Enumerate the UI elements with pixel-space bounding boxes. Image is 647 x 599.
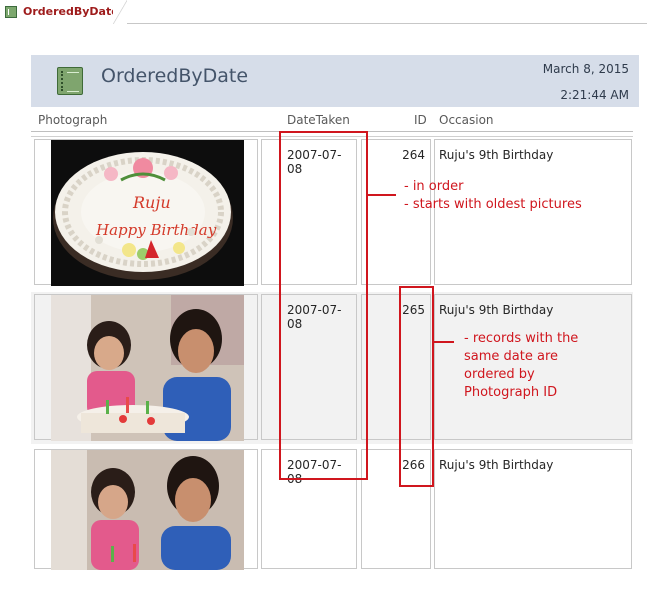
annotation-box-date [279, 131, 368, 480]
photo-cell: Ruju Happy Birthday [34, 139, 258, 286]
occasion-value: Ruju's 9th Birthday [439, 148, 554, 162]
annotation-line: - in order [404, 179, 464, 194]
annotation-id-note: - records with the same date are ordered… [464, 330, 578, 402]
column-header-occasion: Occasion [439, 113, 494, 127]
tab-ordered-by-date[interactable]: OrderedByDate [0, 0, 127, 24]
report-icon [5, 5, 17, 18]
svg-text:Happy Birthday: Happy Birthday [95, 221, 217, 239]
annotation-line: - records with the [464, 331, 579, 346]
occasion-value: Ruju's 9th Birthday [439, 303, 554, 317]
photo-cell [34, 449, 258, 570]
occasion-value: Ruju's 9th Birthday [439, 458, 554, 472]
id-value: 264 [402, 148, 425, 162]
annotation-line: Photograph ID [464, 385, 558, 400]
photo-birthday-cake: Ruju Happy Birthday [51, 140, 244, 286]
annotation-date-note: - in order - starts with oldest pictures [404, 178, 582, 214]
document-tab-strip: OrderedByDate [0, 0, 647, 24]
photo-cell [34, 294, 258, 441]
report-icon [57, 67, 83, 95]
svg-text:Ruju: Ruju [132, 193, 171, 212]
tab-label: OrderedByDate [23, 5, 119, 18]
annotation-line: - starts with oldest pictures [404, 197, 582, 212]
annotation-box-id [399, 286, 434, 487]
column-header-datetaken: DateTaken [287, 113, 350, 127]
report-time: 2:21:44 AM [560, 88, 629, 102]
annotation-connector [434, 341, 454, 343]
report-title: OrderedByDate [101, 65, 249, 87]
annotation-line: ordered by [464, 367, 535, 382]
column-header-photograph: Photograph [38, 113, 108, 127]
report-header: OrderedByDate March 8, 2015 2:21:44 AM [31, 55, 639, 107]
report-date: March 8, 2015 [542, 62, 629, 76]
photo-girls-candles [51, 450, 244, 570]
annotation-connector [368, 194, 396, 196]
annotation-line: same date are [464, 349, 559, 364]
occasion-cell: Ruju's 9th Birthday [434, 449, 632, 569]
photo-girls-candles [51, 295, 244, 441]
column-header-id: ID [414, 113, 427, 127]
